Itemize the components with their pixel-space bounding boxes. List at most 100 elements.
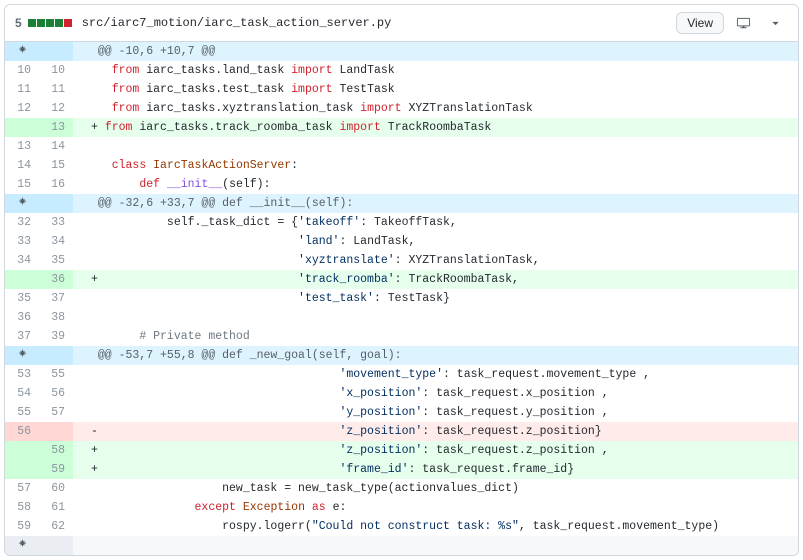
old-line-num[interactable]: 56 (5, 422, 39, 441)
code-cell[interactable] (73, 137, 798, 156)
old-line-num[interactable]: 14 (5, 156, 39, 175)
new-line-num[interactable]: 55 (39, 365, 73, 384)
diff-stat-box (55, 19, 63, 27)
new-line-num[interactable]: 62 (39, 517, 73, 536)
code-cell[interactable]: 'land': LandTask, (73, 232, 798, 251)
code-cell[interactable]: - 'z_position': task_request.z_position} (73, 422, 798, 441)
diff-line: 1010 from iarc_tasks.land_task import La… (5, 61, 798, 80)
new-line-num[interactable]: 60 (39, 479, 73, 498)
code-cell[interactable]: + 'track_roomba': TrackRoombaTask, (73, 270, 798, 289)
new-line-num[interactable]: 15 (39, 156, 73, 175)
new-line-num[interactable]: 61 (39, 498, 73, 517)
code-cell[interactable] (73, 308, 798, 327)
new-line-num[interactable]: 37 (39, 289, 73, 308)
code-cell[interactable]: from iarc_tasks.test_task import TestTas… (73, 80, 798, 99)
hunk-text: @@ -53,7 +55,8 @@ def _new_goal(self, go… (73, 346, 798, 365)
old-line-num[interactable]: 15 (5, 175, 39, 194)
view-file-button[interactable]: View (676, 12, 724, 34)
old-line-num[interactable]: 54 (5, 384, 39, 403)
old-line-num[interactable]: 11 (5, 80, 39, 99)
code-cell[interactable]: class IarcTaskActionServer: (73, 156, 798, 175)
hunk-header-row: @@ -32,6 +33,7 @@ def __init__(self): (5, 194, 798, 213)
new-line-num[interactable]: 14 (39, 137, 73, 156)
old-line-num[interactable]: 12 (5, 99, 39, 118)
code-cell[interactable]: from iarc_tasks.land_task import LandTas… (73, 61, 798, 80)
code-cell[interactable]: except Exception as e: (73, 498, 798, 517)
new-line-num[interactable]: 56 (39, 384, 73, 403)
new-line-num[interactable]: 38 (39, 308, 73, 327)
diff-line: 3233 self._task_dict = {'takeoff': Takeo… (5, 213, 798, 232)
old-line-num[interactable]: 57 (5, 479, 39, 498)
expand-icon[interactable] (5, 194, 39, 213)
file-header: 5 src/iarc7_motion/iarc_task_action_serv… (5, 5, 798, 42)
new-line-num[interactable]: 36 (39, 270, 73, 289)
new-line-num[interactable]: 12 (39, 99, 73, 118)
old-line-num[interactable]: 58 (5, 498, 39, 517)
old-line-num[interactable]: 13 (5, 137, 39, 156)
code-cell[interactable]: rospy.logerr("Could not construct task: … (73, 517, 798, 536)
new-line-num[interactable]: 57 (39, 403, 73, 422)
old-line-num[interactable]: 32 (5, 213, 39, 232)
new-line-num[interactable]: 10 (39, 61, 73, 80)
diff-line: 36+ 'track_roomba': TrackRoombaTask, (5, 270, 798, 289)
new-line-num[interactable]: 16 (39, 175, 73, 194)
file-path[interactable]: src/iarc7_motion/iarc_task_action_server… (82, 16, 392, 30)
hunk-header-row (5, 536, 798, 555)
expand-icon[interactable] (5, 42, 39, 61)
old-line-num[interactable]: 59 (5, 517, 39, 536)
old-line-num[interactable]: 35 (5, 289, 39, 308)
code-cell[interactable]: def __init__(self): (73, 175, 798, 194)
new-line-num[interactable]: 39 (39, 327, 73, 346)
diff-stat-box (46, 19, 54, 27)
hunk-header-row: @@ -53,7 +55,8 @@ def _new_goal(self, go… (5, 346, 798, 365)
new-line-num[interactable]: 35 (39, 251, 73, 270)
diff-file-card: 5 src/iarc7_motion/iarc_task_action_serv… (4, 4, 799, 556)
chevron-down-icon[interactable] (762, 11, 788, 35)
desktop-icon[interactable] (730, 11, 756, 35)
code-cell[interactable]: 'x_position': task_request.x_position , (73, 384, 798, 403)
diff-line: 5760 new_task = new_task_type(actionvalu… (5, 479, 798, 498)
diff-stat-boxes (28, 19, 72, 27)
new-line-num[interactable]: 34 (39, 232, 73, 251)
code-cell[interactable]: + 'z_position': task_request.z_position … (73, 441, 798, 460)
diff-line: 3537 'test_task': TestTask} (5, 289, 798, 308)
code-cell[interactable]: from iarc_tasks.xyztranslation_task impo… (73, 99, 798, 118)
old-line-num[interactable]: 10 (5, 61, 39, 80)
old-line-num[interactable] (5, 441, 39, 460)
old-line-num[interactable]: 36 (5, 308, 39, 327)
new-line-num[interactable]: 59 (39, 460, 73, 479)
old-line-num[interactable]: 33 (5, 232, 39, 251)
new-line-num[interactable]: 33 (39, 213, 73, 232)
old-line-num[interactable]: 53 (5, 365, 39, 384)
expand-icon[interactable] (5, 346, 39, 365)
new-line-num[interactable] (39, 422, 73, 441)
code-cell[interactable]: 'xyztranslate': XYZTranslationTask, (73, 251, 798, 270)
diff-line: 58+ 'z_position': task_request.z_positio… (5, 441, 798, 460)
old-line-num[interactable]: 37 (5, 327, 39, 346)
diff-stat-box (64, 19, 72, 27)
old-line-num[interactable] (5, 460, 39, 479)
new-line-num[interactable]: 13 (39, 118, 73, 137)
old-line-num[interactable]: 34 (5, 251, 39, 270)
diff-line: 1314 (5, 137, 798, 156)
code-cell[interactable]: + from iarc_tasks.track_roomba_task impo… (73, 118, 798, 137)
diff-line: 3334 'land': LandTask, (5, 232, 798, 251)
diff-line: 5355 'movement_type': task_request.movem… (5, 365, 798, 384)
old-line-num[interactable]: 55 (5, 403, 39, 422)
diff-stat-box (37, 19, 45, 27)
new-line-num[interactable]: 11 (39, 80, 73, 99)
new-line-num[interactable]: 58 (39, 441, 73, 460)
hunk-header-row: @@ -10,6 +10,7 @@ (5, 42, 798, 61)
code-cell[interactable]: 'movement_type': task_request.movement_t… (73, 365, 798, 384)
diff-line: 5456 'x_position': task_request.x_positi… (5, 384, 798, 403)
diff-line: 3638 (5, 308, 798, 327)
expand-icon[interactable] (5, 536, 39, 555)
code-cell[interactable]: 'y_position': task_request.y_position , (73, 403, 798, 422)
old-line-num[interactable] (5, 270, 39, 289)
code-cell[interactable]: + 'frame_id': task_request.frame_id} (73, 460, 798, 479)
code-cell[interactable]: self._task_dict = {'takeoff': TakeoffTas… (73, 213, 798, 232)
code-cell[interactable]: new_task = new_task_type(actionvalues_di… (73, 479, 798, 498)
code-cell[interactable]: # Private method (73, 327, 798, 346)
code-cell[interactable]: 'test_task': TestTask} (73, 289, 798, 308)
old-line-num[interactable] (5, 118, 39, 137)
